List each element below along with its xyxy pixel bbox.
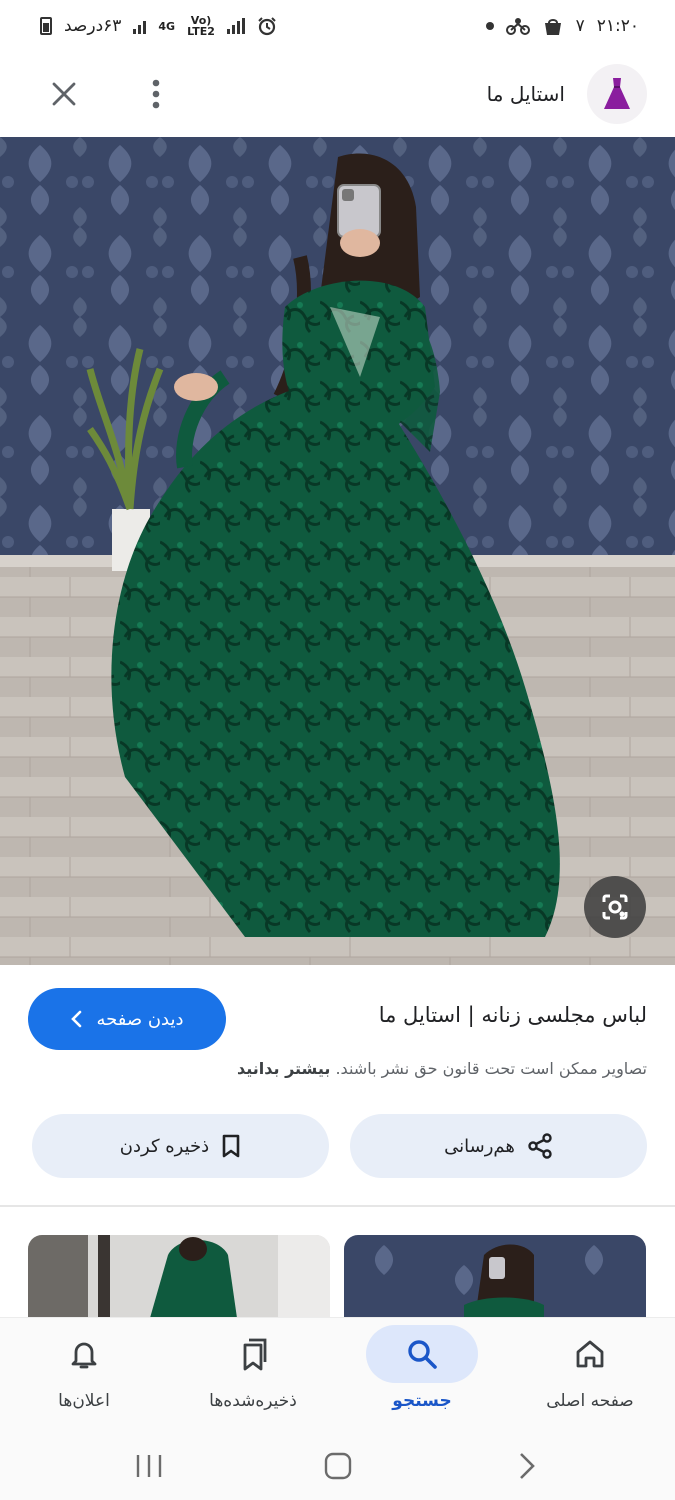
network-type: 4G bbox=[158, 19, 176, 33]
nav-search[interactable]: جستجو bbox=[338, 1318, 506, 1430]
alarm-icon bbox=[258, 17, 276, 36]
close-icon bbox=[52, 82, 76, 106]
dot-icon bbox=[485, 22, 494, 30]
nav-home-icon-wrap bbox=[534, 1325, 646, 1383]
status-bar-right: ۷ ۲۱:۲۰ bbox=[485, 15, 639, 37]
section-divider bbox=[0, 1205, 675, 1207]
lens-search-button[interactable] bbox=[584, 876, 646, 938]
related-image-2[interactable] bbox=[344, 1235, 646, 1325]
home-icon bbox=[576, 1340, 604, 1368]
related-image-1[interactable] bbox=[28, 1235, 330, 1325]
system-navigation bbox=[0, 1429, 675, 1500]
save-button[interactable]: ذخیره کردن bbox=[32, 1114, 329, 1178]
bookmarks-icon bbox=[243, 1338, 267, 1371]
battery-icon bbox=[40, 17, 52, 35]
back-button[interactable] bbox=[502, 1441, 552, 1491]
home-square-icon bbox=[324, 1452, 352, 1480]
dress-photo bbox=[0, 137, 675, 965]
shopping-bag-icon bbox=[544, 19, 561, 35]
visit-page-label: دیدن صفحه bbox=[96, 1008, 184, 1030]
nav-search-icon-wrap bbox=[366, 1325, 478, 1383]
bookmark-icon bbox=[222, 1134, 240, 1158]
nav-saved-label: ذخیره‌شده‌ها bbox=[209, 1391, 297, 1411]
copyright-notice: تصاویر ممکن است تحت قانون حق نشر باشند. … bbox=[237, 1059, 647, 1078]
nav-saved-icon-wrap bbox=[197, 1325, 309, 1383]
save-label: ذخیره کردن bbox=[119, 1135, 210, 1157]
recents-button[interactable] bbox=[124, 1441, 174, 1491]
chevron-right-icon bbox=[520, 1453, 535, 1479]
battery-text: ۶۳درصد bbox=[64, 16, 122, 36]
share-icon bbox=[528, 1133, 552, 1159]
nav-home-label: صفحه اصلی bbox=[546, 1391, 634, 1411]
signal-icon-2 bbox=[226, 18, 245, 34]
nav-home[interactable]: صفحه اصلی bbox=[506, 1318, 674, 1430]
lens-icon bbox=[602, 894, 628, 920]
visit-page-button[interactable]: دیدن صفحه bbox=[28, 988, 226, 1050]
dress-logo-icon bbox=[587, 64, 647, 124]
share-label: هم‌رسانی bbox=[444, 1135, 515, 1157]
status-bar: ۶۳درصد 4G Vo) LTE2 ۷ ۲۱:۲۰ bbox=[0, 0, 675, 52]
header: استایل ما bbox=[0, 52, 675, 136]
clock: ۲۱:۲۰ bbox=[596, 16, 639, 36]
bell-icon bbox=[71, 1342, 97, 1369]
bike-icon bbox=[505, 18, 530, 35]
related-photo-1 bbox=[28, 1235, 330, 1325]
signal-icon bbox=[133, 18, 147, 34]
header-actions bbox=[46, 76, 174, 112]
search-icon bbox=[408, 1340, 437, 1369]
carrier-count: ۷ bbox=[575, 16, 585, 36]
copyright-text: تصاویر ممکن است تحت قانون حق نشر باشند. bbox=[335, 1059, 647, 1078]
more-vert-icon bbox=[152, 79, 160, 109]
recents-icon bbox=[136, 1455, 162, 1477]
nav-notifications-label: اعلان‌ها bbox=[58, 1391, 110, 1411]
nav-search-label: جستجو bbox=[392, 1391, 452, 1411]
result-image[interactable] bbox=[0, 137, 675, 965]
related-photo-2 bbox=[344, 1235, 646, 1325]
result-title[interactable]: لباس مجلسی زنانه | استایل ما bbox=[379, 1003, 647, 1027]
result-info: دیدن صفحه لباس مجلسی زنانه | استایل ما ت… bbox=[0, 965, 675, 1207]
chevron-left-icon bbox=[71, 1010, 82, 1028]
more-options-button[interactable] bbox=[138, 76, 174, 112]
nav-saved[interactable]: ذخیره‌شده‌ها bbox=[169, 1318, 337, 1430]
status-bar-left: ۶۳درصد 4G Vo) LTE2 bbox=[40, 15, 277, 37]
site-info[interactable]: استایل ما bbox=[487, 64, 647, 124]
network-lte: Vo) LTE2 bbox=[187, 14, 215, 38]
bottom-navigation: صفحه اصلی جستجو ذخیره‌شده‌ها اعلان‌ها bbox=[0, 1317, 675, 1429]
nav-notifications[interactable]: اعلان‌ها bbox=[0, 1318, 168, 1430]
learn-more-link[interactable]: بیشتر بدانید bbox=[237, 1059, 330, 1078]
site-name: استایل ما bbox=[486, 82, 565, 106]
close-button[interactable] bbox=[46, 76, 82, 112]
share-button[interactable]: هم‌رسانی bbox=[350, 1114, 647, 1178]
nav-notifications-icon-wrap bbox=[28, 1325, 140, 1383]
home-system-button[interactable] bbox=[313, 1441, 363, 1491]
